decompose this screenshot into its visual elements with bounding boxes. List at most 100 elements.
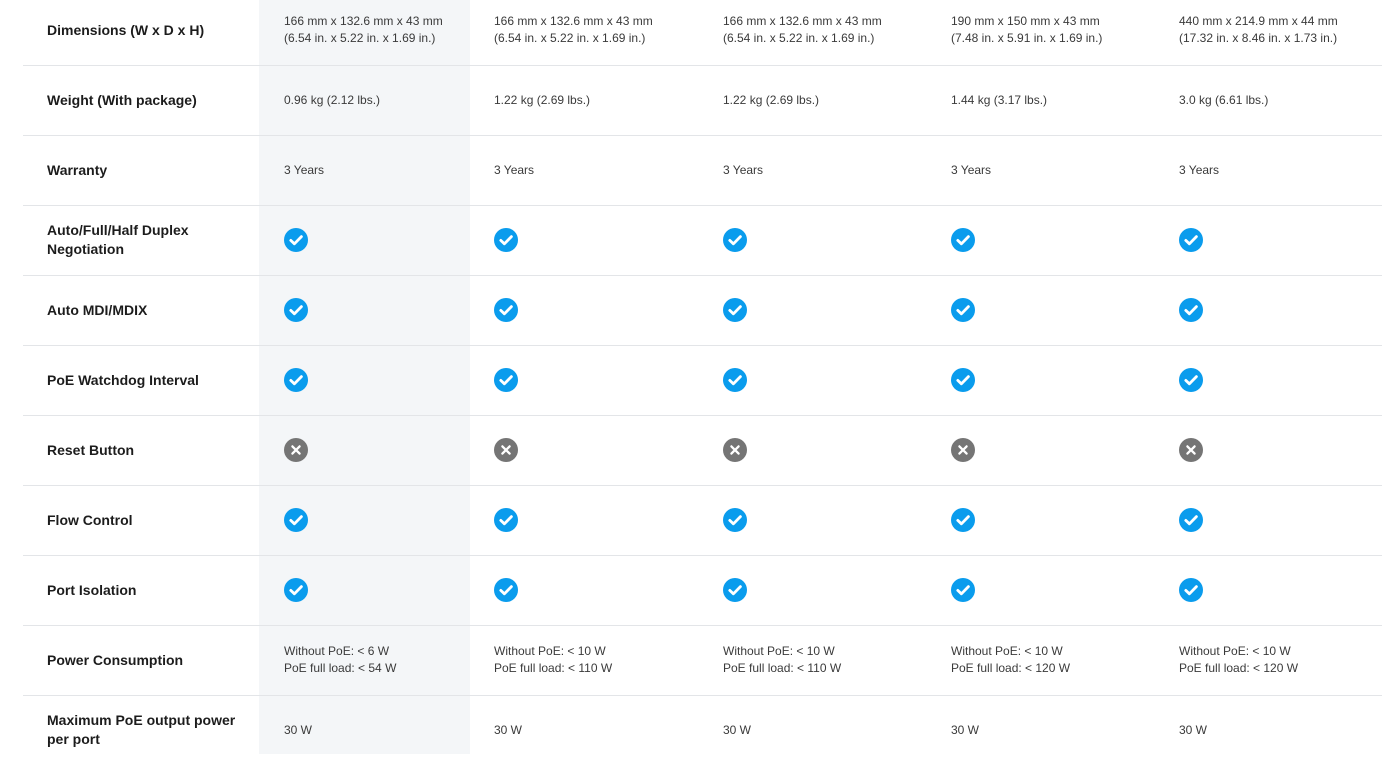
cross-icon (951, 438, 975, 462)
table-cell (1179, 205, 1389, 275)
table-cell: 30 W (723, 722, 752, 737)
row-label-maximum-poe-output-power-per-port: Maximum PoE output power per port (47, 712, 236, 747)
table-cell (951, 205, 1161, 275)
table-cell: 3 Years (494, 162, 535, 177)
table-row: Power Consumption Without PoE: < 6 W PoE … (0, 625, 1400, 696)
table-row: Reset Button (0, 415, 1400, 486)
table-row: PoE Watchdog Interval (0, 345, 1400, 416)
table-cell (494, 205, 704, 275)
table-row: Warranty 3 Years 3 Years 3 Years 3 Years 3 Ye… (0, 135, 1400, 206)
row-label-auto-full-half-duplex-negotiation: Auto/Full/Half Duplex Negotiation (47, 222, 189, 257)
check-icon (951, 228, 975, 252)
check-icon (284, 508, 308, 532)
table-cell (723, 485, 933, 555)
table-cell: 30 W (1179, 722, 1208, 737)
table-cell: 440 mm x 214.9 mm x 44 mm (17.32 in. x 8… (1179, 14, 1338, 45)
table-cell: 166 mm x 132.6 mm x 43 mm (6.54 in. x 5.… (723, 14, 882, 45)
check-icon (951, 508, 975, 532)
table-cell: 1.22 kg (2.69 lbs.) (723, 92, 820, 107)
check-icon (951, 368, 975, 392)
check-icon (1179, 228, 1203, 252)
table-row: Weight (With package) 0.96 kg (2.12 lbs.)… (0, 65, 1400, 136)
check-icon (494, 578, 518, 602)
table-cell: 166 mm x 132.6 mm x 43 mm (6.54 in. x 5.… (284, 14, 443, 45)
table-row: Auto/Full/Half Duplex Negotiation (0, 205, 1400, 276)
table-cell: 30 W (284, 722, 313, 737)
table-cell (1179, 345, 1389, 415)
table-cell (494, 555, 704, 625)
table-row: Dimensions (W x D x H) 166 mm x 132.6 mm … (0, 0, 1400, 66)
table-cell (284, 345, 456, 415)
row-label-flow-control: Flow Control (47, 511, 133, 528)
cross-icon (494, 438, 518, 462)
table-cell: 3 Years (951, 162, 992, 177)
row-label-power-consumption: Power Consumption (47, 651, 184, 668)
row-label-auto-mdi-mdix: Auto MDI/MDIX (47, 301, 148, 318)
row-label-warranty: Warranty (47, 161, 108, 178)
cross-icon (284, 438, 308, 462)
check-icon (284, 298, 308, 322)
table-cell: 190 mm x 150 mm x 43 mm (7.48 in. x 5.91… (951, 14, 1103, 45)
table-cell (284, 205, 456, 275)
table-cell: Without PoE: < 10 W PoE full load: < 110… (494, 644, 613, 675)
table-cell (284, 485, 456, 555)
table-cell: 1.44 kg (3.17 lbs.) (951, 92, 1048, 107)
check-icon (494, 298, 518, 322)
table-cell (723, 415, 933, 485)
check-icon (723, 578, 747, 602)
row-label-port-isolation: Port Isolation (47, 581, 137, 598)
table-cell: 3 Years (1179, 162, 1220, 177)
table-cell (951, 345, 1161, 415)
check-icon (1179, 508, 1203, 532)
table-cell: Without PoE: < 6 W PoE full load: < 54 W (284, 644, 397, 675)
table-cell (951, 415, 1161, 485)
check-icon (723, 298, 747, 322)
cross-icon (723, 438, 747, 462)
table-row: Auto MDI/MDIX (0, 275, 1400, 346)
table-cell (494, 275, 704, 345)
table-cell (723, 345, 933, 415)
table-cell (494, 345, 704, 415)
row-label-weight-with-package: Weight (With package) (47, 91, 197, 108)
check-icon (951, 578, 975, 602)
table-cell: 3 Years (723, 162, 764, 177)
table-cell (723, 205, 933, 275)
table-cell: 30 W (951, 722, 980, 737)
table-cell: 0.96 kg (2.12 lbs.) (284, 92, 381, 107)
cross-icon (1179, 438, 1203, 462)
table-row: Flow Control (0, 485, 1400, 556)
table-cell: 3.0 kg (6.61 lbs.) (1179, 92, 1269, 107)
table-cell (494, 415, 704, 485)
table-cell (723, 275, 933, 345)
table-cell: 30 W (494, 722, 523, 737)
table-cell (951, 275, 1161, 345)
table-cell (284, 275, 456, 345)
check-icon (494, 508, 518, 532)
check-icon (494, 368, 518, 392)
table-cell: 166 mm x 132.6 mm x 43 mm (6.54 in. x 5.… (494, 14, 653, 45)
table-cell (1179, 275, 1389, 345)
check-icon (723, 228, 747, 252)
table-cell (494, 485, 704, 555)
row-label-poe-watchdog-interval: PoE Watchdog Interval (47, 371, 199, 388)
table-cell (723, 555, 933, 625)
check-icon (1179, 298, 1203, 322)
table-cell (1179, 555, 1389, 625)
table-cell (951, 485, 1161, 555)
table-cell (284, 555, 456, 625)
table-cell (1179, 415, 1389, 485)
check-icon (494, 228, 518, 252)
check-icon (284, 578, 308, 602)
check-icon (284, 228, 308, 252)
table-cell (284, 415, 456, 485)
table-cell: Without PoE: < 10 W PoE full load: < 120… (1179, 644, 1299, 675)
table-cell: Without PoE: < 10 W PoE full load: < 110… (723, 644, 842, 675)
spec-comparison-table: Dimensions (W x D x H) 166 mm x 132.6 mm … (0, 0, 1400, 754)
row-label-reset-button: Reset Button (47, 441, 135, 458)
table-cell (951, 555, 1161, 625)
check-icon (723, 368, 747, 392)
table-cell (1179, 485, 1389, 555)
table-cell: 1.22 kg (2.69 lbs.) (494, 92, 591, 107)
table-cell: 3 Years (284, 162, 325, 177)
table-row: Port Isolation (0, 555, 1400, 626)
